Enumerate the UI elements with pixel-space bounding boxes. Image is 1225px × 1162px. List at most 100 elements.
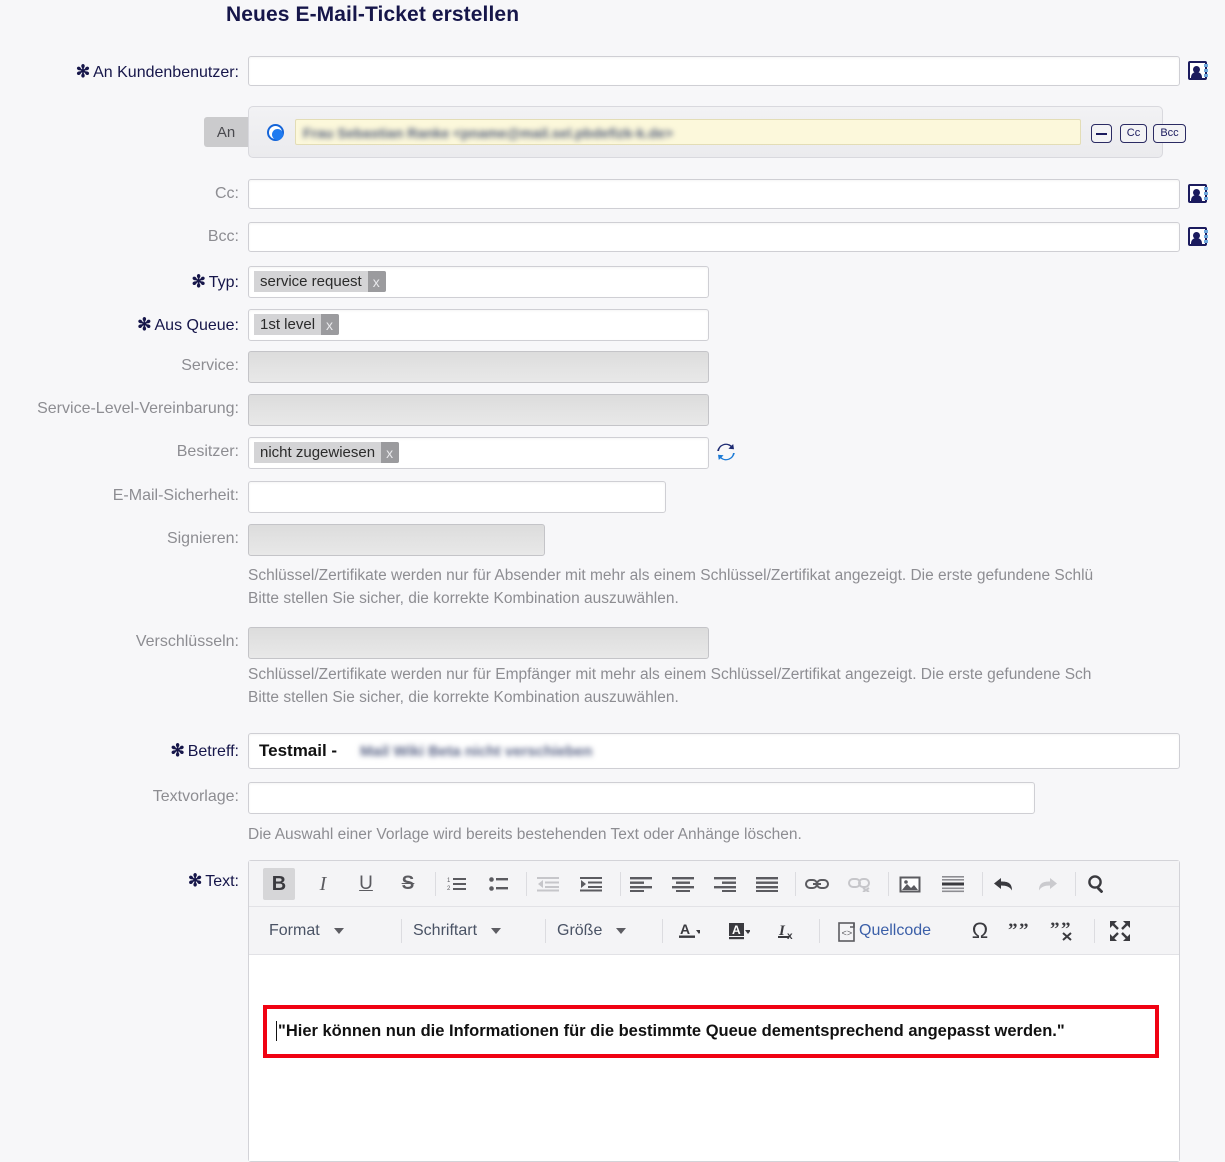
from-queue-select[interactable]: 1st level x: [248, 309, 709, 341]
background-color-button[interactable]: A: [723, 916, 755, 948]
chevron-down-icon: [616, 928, 626, 934]
editor-toolbar-row-2: Format Schriftart Größe A A Ix: [249, 907, 1179, 955]
label-subject: ✻Betreff:: [0, 741, 239, 761]
quote-insert-icon: ””: [1008, 920, 1032, 942]
address-book-icon-bcc[interactable]: [1188, 227, 1207, 246]
find-button[interactable]: [1081, 868, 1113, 900]
bold-button[interactable]: B: [263, 868, 295, 900]
label-service: Service:: [0, 357, 239, 375]
justify-icon: [756, 876, 778, 892]
image-button[interactable]: [894, 868, 926, 900]
remove-recipient-button[interactable]: [1091, 124, 1112, 143]
highlight-annotation-box: "Hier können nun die Informationen für d…: [263, 1005, 1159, 1058]
owner-token-remove[interactable]: x: [381, 442, 399, 463]
address-book-icon-cc[interactable]: [1188, 184, 1207, 203]
refresh-icon[interactable]: [716, 442, 736, 462]
from-queue-token-remove[interactable]: x: [321, 314, 339, 335]
underline-button[interactable]: U: [350, 868, 382, 900]
strikethrough-button[interactable]: S: [392, 868, 424, 900]
undo-button[interactable]: [988, 868, 1020, 900]
required-star: ✻: [170, 741, 184, 760]
numbered-list-button[interactable]: 12: [441, 868, 473, 900]
address-book-icon-to[interactable]: [1188, 61, 1207, 80]
editor-body[interactable]: "Hier können nun die Informationen für d…: [249, 955, 1179, 1161]
svg-text:A: A: [732, 923, 741, 937]
toolbar-separator: [435, 872, 436, 896]
align-right-button[interactable]: [709, 868, 741, 900]
toolbar-separator: [982, 872, 983, 896]
template-select[interactable]: [248, 782, 1035, 814]
required-star: ✻: [137, 315, 151, 334]
toolbar-separator: [545, 919, 546, 943]
maximize-icon: [1109, 920, 1131, 942]
search-icon: [1087, 874, 1107, 894]
chevron-down-icon: [334, 928, 344, 934]
add-bcc-button[interactable]: Bcc: [1153, 124, 1186, 143]
type-token[interactable]: service request x: [254, 271, 386, 292]
mail-security-select[interactable]: [248, 481, 666, 513]
svg-text:A: A: [680, 921, 690, 937]
size-dropdown[interactable]: Größe: [557, 916, 626, 946]
remove-format-icon: Ix: [778, 921, 800, 943]
link-button[interactable]: [801, 868, 833, 900]
source-code-button[interactable]: Quellcode: [859, 916, 931, 946]
subject-input[interactable]: Testmail - Mail Wiki Beta nicht verschie…: [248, 733, 1180, 769]
type-select[interactable]: service request x: [248, 266, 709, 298]
redo-icon: [1036, 875, 1058, 893]
owner-token[interactable]: nicht zugewiesen x: [254, 442, 399, 463]
decrease-indent-icon: [537, 876, 559, 892]
remove-quote-button[interactable]: ””: [1047, 915, 1079, 947]
insert-quote-button[interactable]: ””: [1004, 915, 1036, 947]
required-star: ✻: [188, 871, 202, 890]
toolbar-separator: [819, 919, 820, 943]
font-dropdown[interactable]: Schriftart: [413, 916, 501, 946]
link-icon: [805, 876, 829, 892]
add-cc-button[interactable]: Cc: [1120, 124, 1147, 143]
recipient-address-field[interactable]: Frau Sebastian Ranke <pname@mail.sel.pbd…: [295, 119, 1081, 145]
align-left-button[interactable]: [625, 868, 657, 900]
increase-indent-button[interactable]: [575, 868, 607, 900]
encrypt-help-line2: Bitte stellen Sie sicher, die korrekte K…: [248, 686, 1225, 709]
toolbar-separator: [1094, 919, 1095, 943]
new-email-ticket-page: Neues E-Mail-Ticket erstellen ✻An Kunden…: [0, 0, 1225, 1162]
label-from-queue: ✻Aus Queue:: [0, 315, 239, 335]
italic-button[interactable]: I: [307, 868, 339, 900]
align-left-icon: [630, 876, 652, 892]
address-book-rings: [1204, 187, 1208, 200]
size-dropdown-label: Größe: [557, 922, 602, 940]
text-cursor: [276, 1021, 277, 1041]
toolbar-separator: [795, 872, 796, 896]
from-queue-token-label: 1st level: [254, 314, 321, 335]
label-to-customer-user: ✻An Kundenbenutzer:: [0, 62, 239, 82]
align-center-button[interactable]: [667, 868, 699, 900]
encrypt-help-text: Schlüssel/Zertifikate werden nur für Emp…: [248, 663, 1225, 709]
bulleted-list-button[interactable]: [483, 868, 515, 900]
encrypt-select: [248, 627, 709, 659]
bcc-input[interactable]: [248, 222, 1180, 252]
sign-help-text: Schlüssel/Zertifikate werden nur für Abs…: [248, 564, 1225, 610]
recipient-address-text: Frau Sebastian Ranke <pname@mail.sel.pbd…: [303, 125, 673, 141]
recipient-type-tab[interactable]: An: [204, 117, 248, 147]
label-encrypt: Verschlüsseln:: [0, 633, 239, 651]
owner-select[interactable]: nicht zugewiesen x: [248, 437, 709, 469]
service-select: [248, 351, 709, 383]
recipient-radio[interactable]: [267, 124, 284, 141]
subject-value-visible: Testmail -: [259, 741, 337, 761]
format-dropdown[interactable]: Format: [269, 916, 344, 946]
text-color-button[interactable]: A: [673, 916, 705, 948]
maximize-button[interactable]: [1104, 915, 1136, 947]
horizontal-rule-button[interactable]: [937, 868, 969, 900]
editor-body-text: "Hier können nun die Informationen für d…: [278, 1022, 1065, 1041]
justify-button[interactable]: [751, 868, 783, 900]
type-token-remove[interactable]: x: [368, 271, 386, 292]
from-queue-token[interactable]: 1st level x: [254, 314, 339, 335]
decrease-indent-button: [532, 868, 564, 900]
svg-text:”: ”: [1019, 920, 1029, 941]
remove-format-button[interactable]: Ix: [773, 916, 805, 948]
label-cc: Cc:: [0, 185, 239, 203]
cc-input[interactable]: [248, 179, 1180, 209]
quote-remove-icon: ””: [1050, 920, 1076, 942]
special-character-button[interactable]: Ω: [964, 915, 996, 947]
toolbar-separator: [662, 919, 663, 943]
to-customer-user-input[interactable]: [248, 56, 1180, 86]
